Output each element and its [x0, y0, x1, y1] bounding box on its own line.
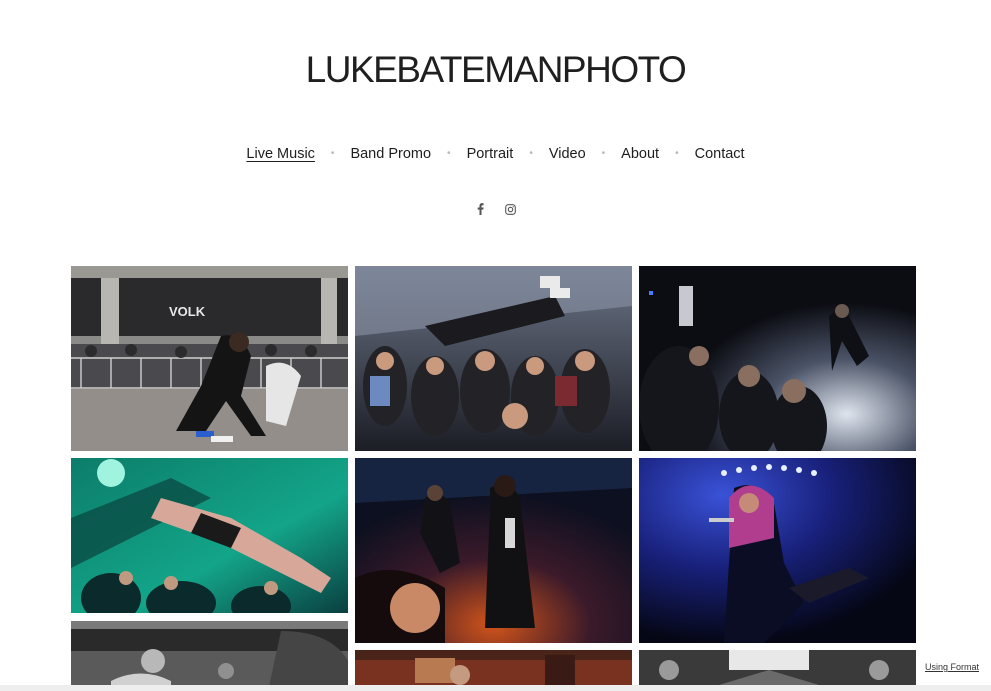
nav-separator: •: [330, 148, 335, 159]
main-nav: Live Music • Band Promo • Portrait • Vid…: [0, 144, 991, 164]
nav-item-band-promo[interactable]: Band Promo: [350, 144, 431, 164]
photo-crowd-surfer[interactable]: [355, 266, 632, 451]
nav-item-contact[interactable]: Contact: [695, 144, 745, 164]
venue-sign-text: VOLK: [169, 304, 206, 319]
nav-item-video[interactable]: Video: [549, 144, 586, 164]
photo-singer-kneeling-outdoor[interactable]: VOLK: [71, 266, 348, 451]
bottom-scroll-bar: [0, 685, 991, 691]
photo-bw-singer[interactable]: [71, 621, 348, 691]
nav-separator: •: [675, 148, 679, 159]
nav-separator: •: [529, 148, 533, 159]
instagram-icon[interactable]: [505, 200, 517, 218]
using-format-link[interactable]: Using Format: [924, 660, 979, 674]
nav-item-live-music[interactable]: Live Music: [246, 144, 315, 164]
photo-singer-purple-hair[interactable]: [639, 458, 916, 643]
nav-item-about[interactable]: About: [621, 144, 659, 164]
nav-item-portrait[interactable]: Portrait: [467, 144, 514, 164]
facebook-icon[interactable]: [475, 200, 487, 218]
photo-crowd-guitarist-blue[interactable]: [639, 266, 916, 451]
social-links: [0, 200, 991, 218]
nav-separator: •: [601, 148, 606, 159]
site-title[interactable]: LUKEBATEMANPHOTO: [0, 48, 991, 92]
photo-green-stage-diver[interactable]: [71, 458, 348, 613]
nav-separator: •: [447, 148, 451, 159]
photo-singer-red-stage[interactable]: [355, 458, 632, 643]
